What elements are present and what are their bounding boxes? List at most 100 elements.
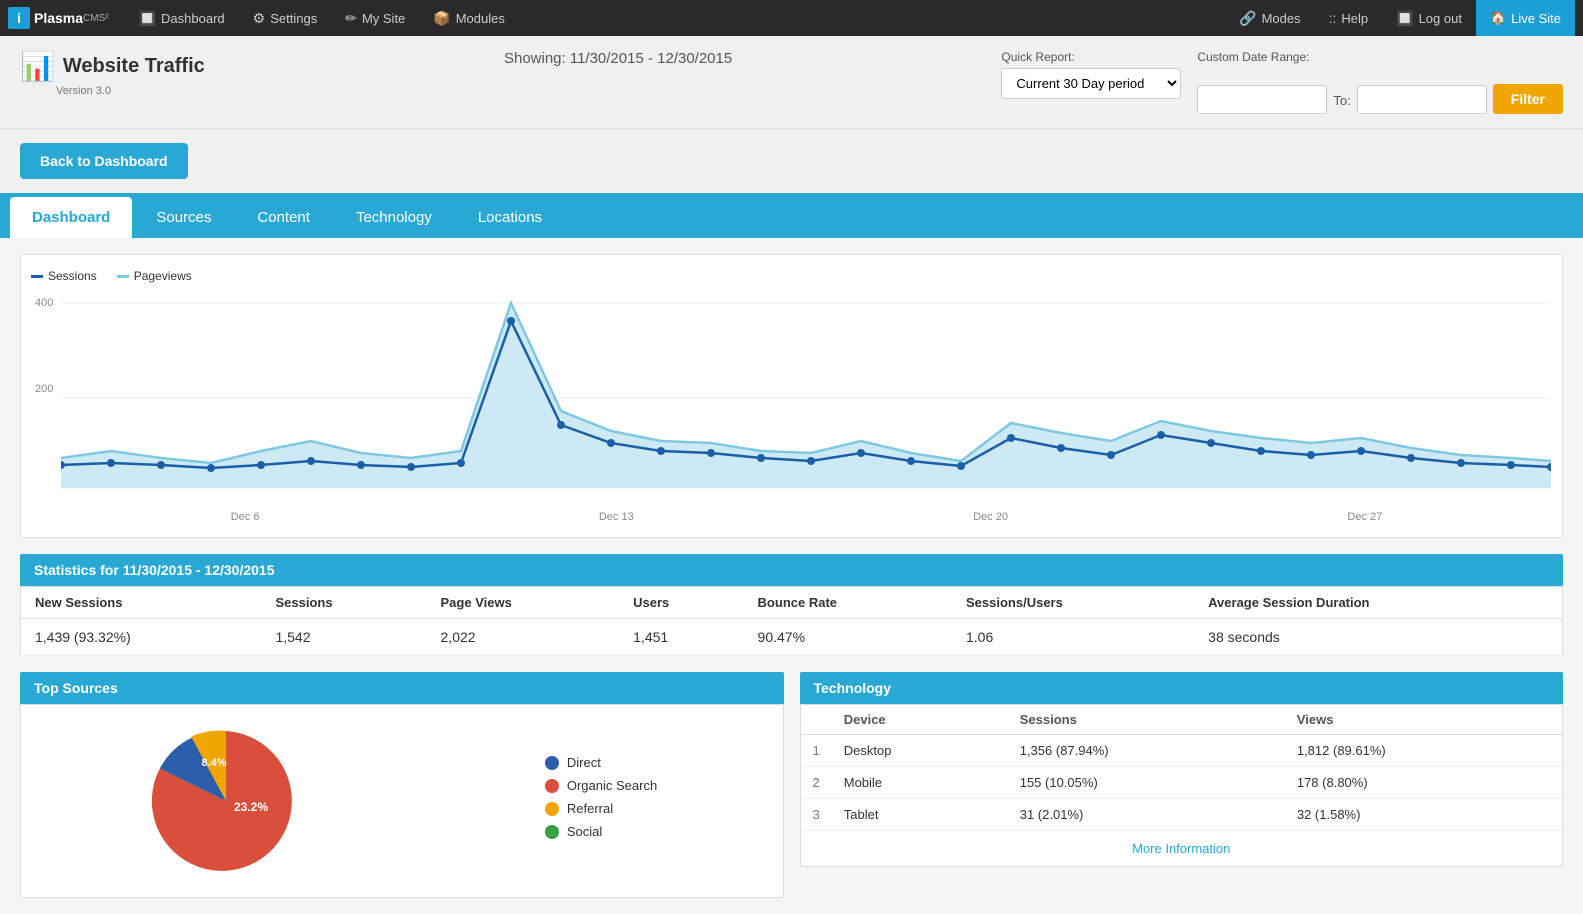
sources-inner: 23.2% 8.4% Direct Organic Search bbox=[37, 721, 767, 881]
to-label: To: bbox=[1333, 93, 1350, 108]
svg-text:8.4%: 8.4% bbox=[202, 757, 227, 769]
tech-views-3: 32 (1.58%) bbox=[1285, 799, 1562, 831]
pageviews-legend-label: Pageviews bbox=[134, 269, 192, 283]
tech-table: Device Sessions Views 1 Desktop 1,356 (8… bbox=[801, 705, 1563, 831]
val-page-views: 2,022 bbox=[427, 619, 620, 656]
val-sessions-users: 1.06 bbox=[952, 619, 1194, 656]
more-info-link[interactable]: More Information bbox=[1132, 841, 1230, 856]
tech-row-1: 1 Desktop 1,356 (87.94%) 1,812 (89.61%) bbox=[801, 735, 1563, 767]
tab-dashboard-label: Dashboard bbox=[32, 209, 110, 226]
col-page-views: Page Views bbox=[427, 587, 620, 619]
tab-bar: Dashboard Sources Content Technology Loc… bbox=[0, 193, 1583, 238]
tech-views-1: 1,812 (89.61%) bbox=[1285, 735, 1562, 767]
back-to-dashboard-button[interactable]: Back to Dashboard bbox=[20, 143, 188, 179]
pie-svg: 23.2% 8.4% bbox=[146, 721, 306, 881]
main-content: Sessions Pageviews 400 200 bbox=[0, 238, 1583, 914]
legend-referral: Referral bbox=[545, 801, 657, 816]
tech-col-device: Device bbox=[832, 705, 1008, 735]
x-labels: Dec 6 Dec 13 Dec 20 Dec 27 bbox=[61, 507, 1552, 527]
tech-sessions-3: 31 (2.01%) bbox=[1008, 799, 1285, 831]
logo-cms: CMS² bbox=[83, 13, 109, 24]
quick-report-area: Quick Report: Current 30 Day period Last… bbox=[1001, 50, 1563, 114]
tab-dashboard[interactable]: Dashboard bbox=[10, 197, 132, 238]
sources-body: 23.2% 8.4% Direct Organic Search bbox=[20, 704, 784, 898]
pageviews-legend-dot bbox=[117, 275, 129, 278]
technology-header: Technology bbox=[800, 672, 1564, 704]
direct-dot bbox=[545, 756, 559, 770]
date-from-input[interactable] bbox=[1197, 85, 1327, 114]
organic-label: Organic Search bbox=[567, 778, 657, 793]
tech-num-3: 3 bbox=[801, 799, 832, 831]
col-users: Users bbox=[619, 587, 743, 619]
logout-icon: 🔲 bbox=[1396, 10, 1413, 27]
legend-social: Social bbox=[545, 824, 657, 839]
logo-text: Plasma bbox=[34, 10, 83, 26]
x-label-dec27: Dec 27 bbox=[1347, 511, 1382, 523]
nav-modes-label: Modes bbox=[1262, 11, 1301, 26]
nav-help[interactable]: :: Help bbox=[1315, 0, 1383, 36]
sources-section: Top Sources 23.2% bbox=[20, 672, 784, 898]
val-avg-session: 38 seconds bbox=[1194, 619, 1562, 656]
x-label-dec20: Dec 20 bbox=[973, 511, 1008, 523]
nav-modules[interactable]: 📦 Modules bbox=[419, 0, 519, 36]
nav-mysite-label: My Site bbox=[362, 11, 405, 26]
chart-legend: Sessions Pageviews bbox=[31, 269, 1552, 283]
chart-svg-wrap bbox=[61, 293, 1552, 496]
social-dot bbox=[545, 825, 559, 839]
nav-settings[interactable]: ⚙ Settings bbox=[239, 0, 332, 36]
tech-row-2: 2 Mobile 155 (10.05%) 178 (8.80%) bbox=[801, 767, 1563, 799]
nav-right: 🔗 Modes :: Help 🔲 Log out 🏠 Live Site bbox=[1225, 0, 1575, 36]
tech-col-num bbox=[801, 705, 832, 735]
nav-help-label: Help bbox=[1341, 11, 1368, 26]
col-avg-session: Average Session Duration bbox=[1194, 587, 1562, 619]
col-new-sessions: New Sessions bbox=[21, 587, 262, 619]
live-site-label: Live Site bbox=[1511, 11, 1561, 26]
live-site-button[interactable]: 🏠 Live Site bbox=[1476, 0, 1575, 36]
val-new-sessions: 1,439 (93.32%) bbox=[21, 619, 262, 656]
legend-direct: Direct bbox=[545, 755, 657, 770]
nav-mysite[interactable]: ✏ My Site bbox=[331, 0, 419, 36]
nav-settings-label: Settings bbox=[270, 11, 317, 26]
quick-report-select[interactable]: Current 30 Day period Last 7 Days Last 3… bbox=[1001, 68, 1181, 99]
tab-sources[interactable]: Sources bbox=[134, 197, 233, 238]
header-area: 📊 Website Traffic Version 3.0 Showing: 1… bbox=[0, 36, 1583, 129]
logo: i Plasma CMS² bbox=[8, 7, 109, 29]
tab-technology-label: Technology bbox=[356, 209, 432, 226]
mysite-icon: ✏ bbox=[345, 10, 357, 27]
y-label-200: 200 bbox=[35, 383, 53, 395]
col-sessions-users: Sessions/Users bbox=[952, 587, 1194, 619]
nav-dashboard[interactable]: 🔲 Dashboard bbox=[125, 0, 239, 36]
back-section: Back to Dashboard bbox=[0, 129, 1583, 193]
legend-organic: Organic Search bbox=[545, 778, 657, 793]
nav-modes[interactable]: 🔗 Modes bbox=[1225, 0, 1314, 36]
tech-num-1: 1 bbox=[801, 735, 832, 767]
chart-section: Sessions Pageviews 400 200 bbox=[20, 254, 1563, 538]
nav-logout[interactable]: 🔲 Log out bbox=[1382, 0, 1476, 36]
technology-section: Technology Device Sessions Views 1 bbox=[800, 672, 1564, 898]
tab-technology[interactable]: Technology bbox=[334, 197, 454, 238]
val-sessions: 1,542 bbox=[261, 619, 426, 656]
nav-dashboard-label: Dashboard bbox=[161, 11, 225, 26]
nav-logout-label: Log out bbox=[1419, 11, 1462, 26]
sessions-legend-label: Sessions bbox=[48, 269, 97, 283]
tab-locations[interactable]: Locations bbox=[456, 197, 564, 238]
pie-chart: 23.2% 8.4% bbox=[146, 721, 306, 881]
stats-section: Statistics for 11/30/2015 - 12/30/2015 N… bbox=[20, 554, 1563, 656]
chart-area: 400 200 bbox=[31, 293, 1552, 503]
date-to-input[interactable] bbox=[1357, 85, 1487, 114]
top-nav: i Plasma CMS² 🔲 Dashboard ⚙ Settings ✏ M… bbox=[0, 0, 1583, 36]
chart-svg bbox=[61, 293, 1551, 493]
logo-icon: i bbox=[8, 7, 30, 29]
tab-sources-label: Sources bbox=[156, 209, 211, 226]
livesite-icon: 🏠 bbox=[1490, 10, 1506, 26]
tab-locations-label: Locations bbox=[478, 209, 542, 226]
filter-button[interactable]: Filter bbox=[1493, 84, 1563, 114]
custom-date-group: Custom Date Range: To: Filter bbox=[1197, 50, 1563, 114]
tech-col-sessions: Sessions bbox=[1008, 705, 1285, 735]
tab-content[interactable]: Content bbox=[235, 197, 332, 238]
tech-sessions-1: 1,356 (87.94%) bbox=[1008, 735, 1285, 767]
tech-device-3: Tablet bbox=[832, 799, 1008, 831]
referral-label: Referral bbox=[567, 801, 613, 816]
stats-row: 1,439 (93.32%) 1,542 2,022 1,451 90.47% … bbox=[21, 619, 1563, 656]
version-text: Version 3.0 bbox=[20, 85, 205, 97]
